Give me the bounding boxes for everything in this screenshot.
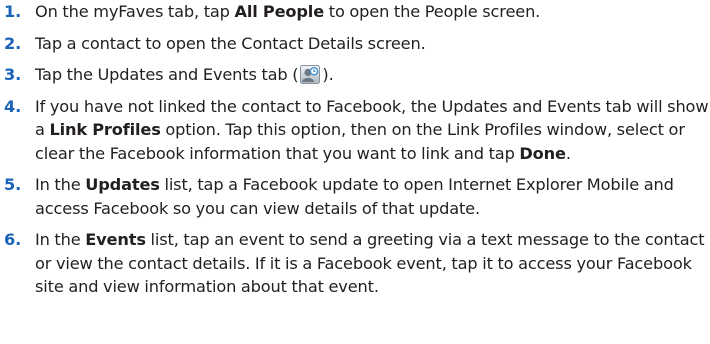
step-number: 6. <box>4 230 22 249</box>
updates-label: Updates <box>85 175 160 194</box>
step-text: On the myFaves tab, tap All People to op… <box>35 2 541 21</box>
step-3: 3. Tap the Updates and Events tab ( ). <box>0 63 710 87</box>
step-number: 1. <box>4 2 22 21</box>
events-label: Events <box>85 230 146 249</box>
step-number: 2. <box>4 33 22 53</box>
step-text: Tap a contact to open the Contact Detail… <box>35 33 426 53</box>
step-number: 5. <box>4 175 22 194</box>
link-profiles-label: Link Profiles <box>49 120 161 139</box>
all-people-label: All People <box>234 2 325 21</box>
step-4: 4. If you have not linked the contact to… <box>0 95 710 166</box>
step-number: 3. <box>4 65 22 84</box>
updates-events-tab-icon <box>300 65 321 84</box>
done-label: Done <box>519 143 566 163</box>
step-text: In the Events list, tap an event to send… <box>35 230 705 296</box>
step-text: If you have not linked the contact to Fa… <box>35 96 709 163</box>
step-5: 5. In the Updates list, tap a Facebook u… <box>0 173 710 220</box>
step-6: 6. In the Events list, tap an event to s… <box>0 228 710 299</box>
instruction-steps: 1. On the myFaves tab, tap All People to… <box>0 0 710 299</box>
step-text: In the Updates list, tap a Facebook upda… <box>35 175 674 218</box>
step-2: 2. Tap a contact to open the Contact Det… <box>0 32 710 56</box>
step-text: Tap the Updates and Events tab ( ). <box>35 65 334 84</box>
step-number: 4. <box>4 96 22 116</box>
step-1: 1. On the myFaves tab, tap All People to… <box>0 0 710 24</box>
